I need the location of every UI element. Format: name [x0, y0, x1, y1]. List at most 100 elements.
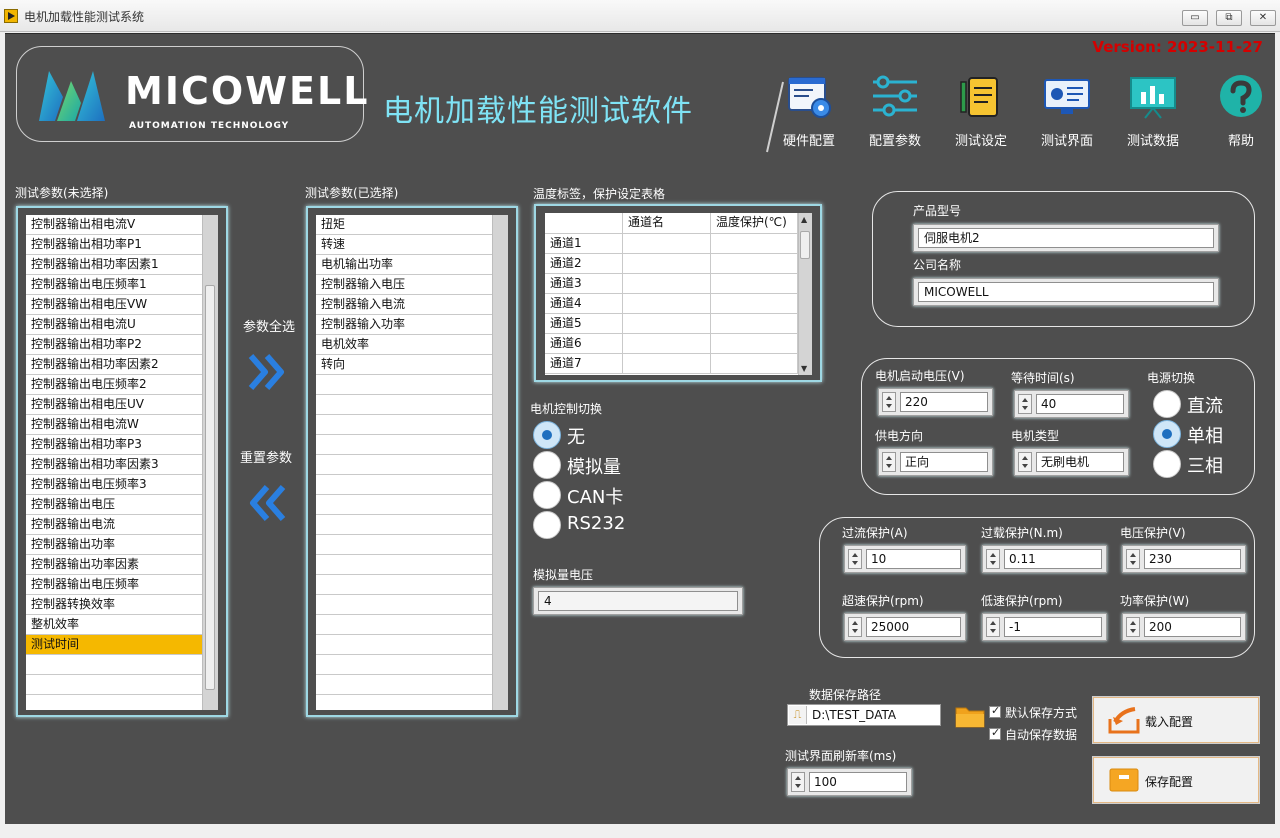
- list-item[interactable]: [316, 655, 492, 675]
- radio-button-icon[interactable]: [533, 511, 561, 539]
- list-item[interactable]: [316, 415, 492, 435]
- spinner-icon[interactable]: [1126, 617, 1140, 637]
- table-cell[interactable]: [623, 234, 711, 254]
- table-cell[interactable]: [711, 294, 798, 314]
- save-path-field[interactable]: ⎍ D:\TEST_DATA: [787, 704, 941, 726]
- list-item[interactable]: 控制器输出电流: [26, 515, 202, 535]
- power-switch-option[interactable]: 三相: [1153, 450, 1273, 478]
- toolbar-hardware-config[interactable]: 硬件配置: [769, 74, 849, 149]
- list-item[interactable]: [316, 615, 492, 635]
- motor-control-option[interactable]: RS232: [533, 511, 653, 539]
- wait-time-value[interactable]: 40: [1036, 394, 1124, 414]
- radio-button-icon[interactable]: [1153, 390, 1181, 418]
- table-cell[interactable]: [623, 274, 711, 294]
- table-cell[interactable]: [711, 314, 798, 334]
- list-item[interactable]: 转向: [316, 355, 492, 375]
- list-item[interactable]: 控制器输出相功率P1: [26, 235, 202, 255]
- power-switch-option[interactable]: 单相: [1153, 420, 1273, 448]
- list-item[interactable]: 控制器输出相功率P2: [26, 335, 202, 355]
- spinner-icon[interactable]: [848, 549, 862, 569]
- radio-button-icon[interactable]: [533, 481, 561, 509]
- list-item[interactable]: 控制器输出相功率因素3: [26, 455, 202, 475]
- list-item[interactable]: [316, 635, 492, 655]
- spinner-icon[interactable]: [1018, 452, 1032, 472]
- spinner-icon[interactable]: [882, 452, 896, 472]
- table-cell[interactable]: [623, 314, 711, 334]
- list-item[interactable]: [316, 455, 492, 475]
- list-item[interactable]: 控制器输出电压频率3: [26, 475, 202, 495]
- supply-direction-control[interactable]: 正向: [878, 448, 993, 476]
- selected-list-scrollbar[interactable]: [492, 215, 508, 710]
- list-item[interactable]: 控制器输出相功率因素2: [26, 355, 202, 375]
- table-cell[interactable]: [711, 274, 798, 294]
- spinner-icon[interactable]: [986, 549, 1000, 569]
- voltage-protection-value[interactable]: 230: [1144, 549, 1241, 569]
- list-item[interactable]: 电机输出功率: [316, 255, 492, 275]
- reset-arrow-icon[interactable]: [245, 481, 289, 525]
- table-cell[interactable]: [711, 234, 798, 254]
- list-item[interactable]: [26, 655, 202, 675]
- refresh-rate-control[interactable]: 100: [787, 768, 912, 796]
- toolbar-help[interactable]: 帮助: [1201, 74, 1280, 149]
- startup-voltage-control[interactable]: 220: [878, 388, 993, 416]
- motor-control-option[interactable]: 无: [533, 421, 653, 449]
- radio-button-icon[interactable]: [533, 451, 561, 479]
- list-item[interactable]: 控制器输入电压: [316, 275, 492, 295]
- spinner-icon[interactable]: [1018, 394, 1032, 414]
- minimize-button[interactable]: ▭: [1182, 10, 1208, 26]
- analog-voltage-field[interactable]: 4: [533, 587, 743, 615]
- company-name-value[interactable]: MICOWELL: [918, 282, 1214, 302]
- list-item[interactable]: 电机效率: [316, 335, 492, 355]
- list-item[interactable]: 控制器输出相电流V: [26, 215, 202, 235]
- list-item[interactable]: 控制器输出相电流W: [26, 415, 202, 435]
- list-item[interactable]: 控制器输入电流: [316, 295, 492, 315]
- company-name-field[interactable]: MICOWELL: [913, 278, 1219, 306]
- list-item[interactable]: 控制器输出功率: [26, 535, 202, 555]
- overcurrent-value[interactable]: 10: [866, 549, 961, 569]
- refresh-rate-value[interactable]: 100: [809, 772, 907, 792]
- power-switch-option[interactable]: 直流: [1153, 390, 1273, 418]
- list-item[interactable]: [26, 675, 202, 695]
- table-cell[interactable]: [711, 254, 798, 274]
- table-cell[interactable]: [711, 354, 798, 374]
- list-item[interactable]: [316, 695, 492, 710]
- save-path-value[interactable]: D:\TEST_DATA: [812, 708, 896, 722]
- toolbar-test-interface[interactable]: 测试界面: [1027, 74, 1107, 149]
- restore-button[interactable]: ⧉: [1216, 10, 1242, 26]
- overcurrent-control[interactable]: 10: [844, 545, 966, 573]
- overload-value[interactable]: 0.11: [1004, 549, 1102, 569]
- list-item[interactable]: 控制器输出相功率P3: [26, 435, 202, 455]
- list-item[interactable]: 控制器输入功率: [316, 315, 492, 335]
- scrollbar-thumb[interactable]: [800, 231, 810, 259]
- spinner-icon[interactable]: [986, 617, 1000, 637]
- list-item[interactable]: [316, 595, 492, 615]
- list-item[interactable]: [316, 435, 492, 455]
- list-item[interactable]: 控制器输出功率因素: [26, 555, 202, 575]
- scroll-down-icon[interactable]: ▼: [801, 364, 807, 373]
- radio-button-icon[interactable]: [533, 421, 561, 449]
- selected-params-list[interactable]: 扭矩 转速 电机输出功率 控制器输入电压 控制器输入电流 控制器输入功率 电机效率 转向: [316, 215, 492, 710]
- list-item[interactable]: [316, 395, 492, 415]
- folder-icon[interactable]: [955, 704, 985, 728]
- scroll-up-icon[interactable]: ▲: [801, 215, 807, 224]
- list-item[interactable]: [26, 695, 202, 710]
- scrollbar-thumb[interactable]: [205, 285, 215, 690]
- motor-control-option[interactable]: 模拟量: [533, 451, 653, 479]
- toolbar-test-data[interactable]: 测试数据: [1113, 74, 1193, 149]
- load-config-button[interactable]: 载入配置: [1092, 696, 1260, 744]
- toolbar-test-setup[interactable]: 测试设定: [941, 74, 1021, 149]
- underspeed-value[interactable]: -1: [1004, 617, 1102, 637]
- radio-button-icon[interactable]: [1153, 450, 1181, 478]
- list-item[interactable]: 控制器输出相电压VW: [26, 295, 202, 315]
- wait-time-control[interactable]: 40: [1014, 390, 1129, 418]
- radio-button-icon[interactable]: [1153, 420, 1181, 448]
- table-cell[interactable]: [623, 254, 711, 274]
- list-item[interactable]: 控制器转换效率: [26, 595, 202, 615]
- product-model-value[interactable]: 伺服电机2: [918, 228, 1214, 248]
- list-item[interactable]: [316, 375, 492, 395]
- table-cell[interactable]: [623, 334, 711, 354]
- default-save-checkbox[interactable]: [989, 704, 1001, 718]
- auto-save-checkbox[interactable]: [989, 726, 1001, 740]
- overload-control[interactable]: 0.11: [982, 545, 1107, 573]
- power-protection-value[interactable]: 200: [1144, 617, 1241, 637]
